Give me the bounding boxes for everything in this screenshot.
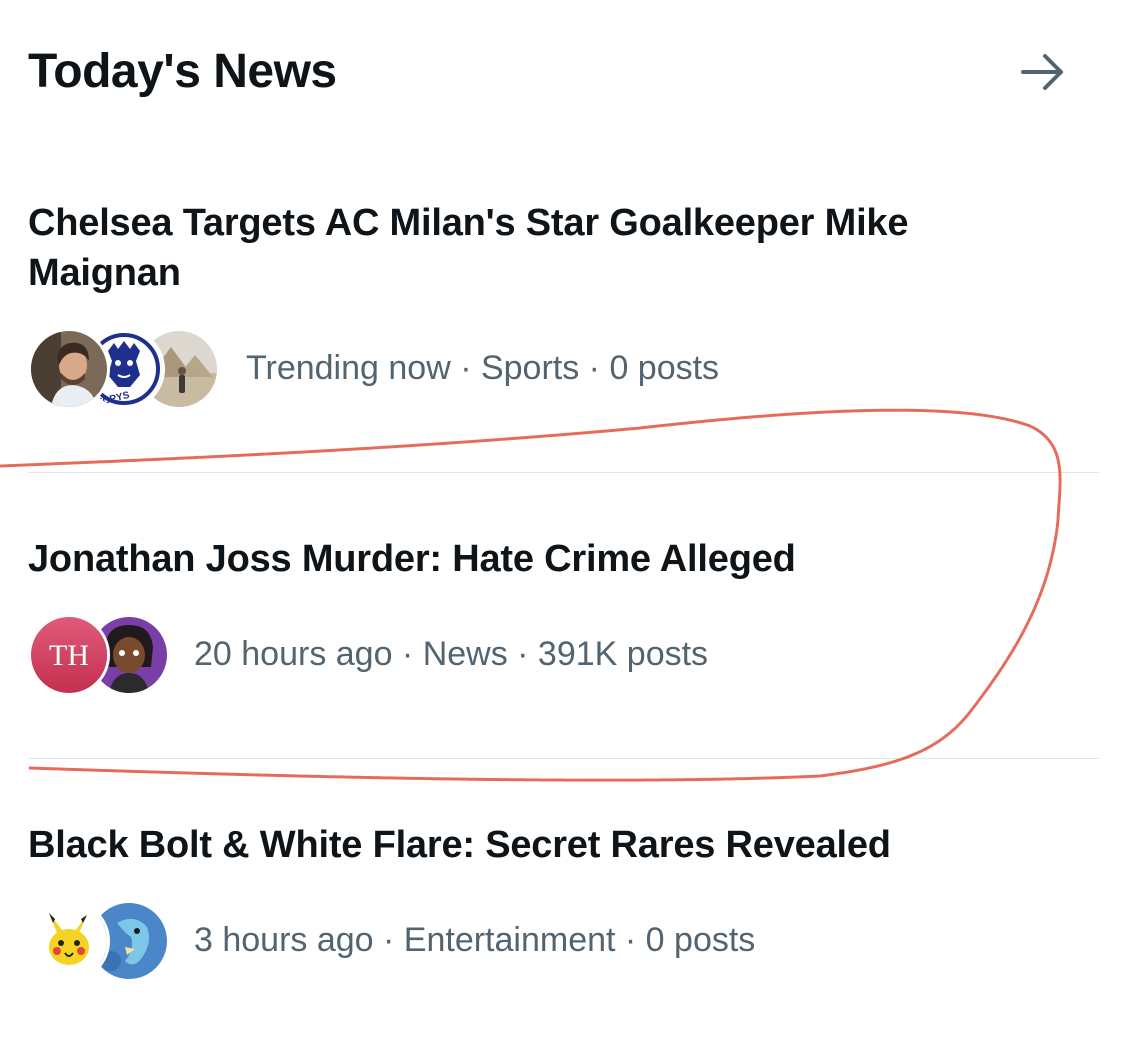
news-meta: 3 hours ago · Entertainment · 0 posts [194,920,756,959]
news-meta: 20 hours ago · News · 391K posts [194,634,709,673]
avatar-group: FCPYS [28,328,228,410]
divider [28,472,1099,473]
th-logo-text: TH [49,639,89,672]
avatar-group: TH [28,614,170,696]
section-title: Today's News [28,45,337,98]
news-meta: Trending now · Sports · 0 posts [246,348,720,387]
arrow-right-icon[interactable] [1015,44,1071,100]
news-title: Chelsea Targets AC Milan's Star Goalkeep… [28,202,909,294]
section-header: Today's News [28,40,1085,104]
news-item[interactable]: Black Bolt & White Flare: Secret Rares R… [28,820,1099,1020]
avatar-group [28,900,170,982]
news-title: Black Bolt & White Flare: Secret Rares R… [28,824,891,866]
news-title: Jonathan Joss Murder: Hate Crime Alleged [28,538,796,580]
pikachu-avatar [28,900,110,982]
divider [28,758,1099,759]
news-item[interactable]: Chelsea Targets AC Milan's Star Goalkeep… [28,198,1099,428]
man-portrait-avatar [28,328,110,410]
th-logo-avatar: TH [28,614,110,696]
news-item[interactable]: Jonathan Joss Murder: Hate Crime Alleged… [28,534,1099,734]
